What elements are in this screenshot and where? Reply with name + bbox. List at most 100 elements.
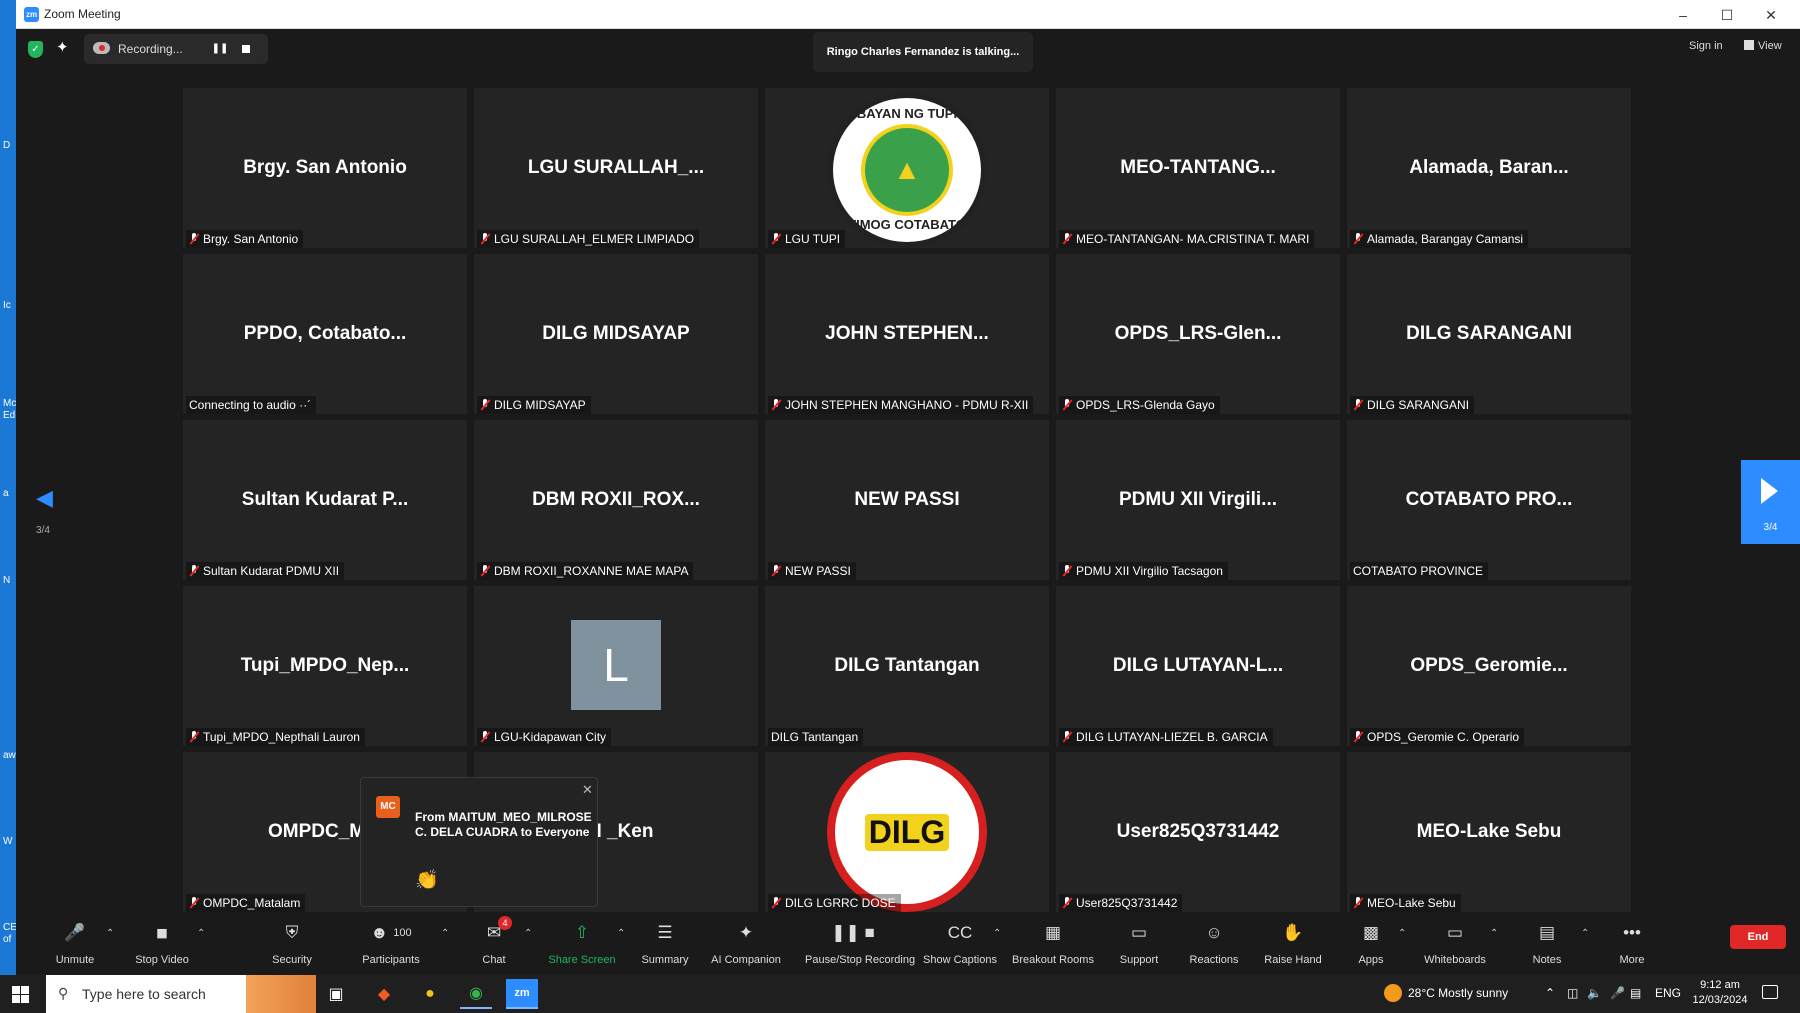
chevron-up-icon[interactable]: ⌃ <box>993 914 1005 975</box>
participant-tile[interactable]: DILG SARANGANI DILG SARANGANI <box>1347 254 1631 414</box>
participant-name-label: MEO-Lake Sebu <box>1350 894 1461 912</box>
clap-emoji-icon: 👏 <box>415 870 439 891</box>
chrome-icon[interactable]: ◉ <box>460 979 492 1009</box>
participant-name-label: Sultan Kudarat PDMU XII <box>186 562 345 580</box>
participant-tile[interactable]: BAYAN NG TUPI ▲ TIMOG COTABATO LGU TUPI <box>765 88 1049 248</box>
stop-recording-button[interactable] <box>237 40 255 58</box>
close-popup-icon[interactable]: ✕ <box>582 782 593 798</box>
participant-tile[interactable]: Alamada, Baran... Alamada, Barangay Caman… <box>1347 88 1631 248</box>
participant-display-name: OPDS_LRS-Glen... <box>1114 323 1282 344</box>
participant-tile[interactable]: DBM ROXII_ROX... DBM ROXII_ROXANNE MAE MA… <box>474 420 758 580</box>
end-meeting-button[interactable]: End <box>1730 925 1786 949</box>
participant-name-label: MEO-TANTANGAN- MA.CRISTINA T. MARI <box>1059 230 1315 248</box>
previous-page-arrow-icon[interactable]: ◀ <box>36 485 53 511</box>
taskbar-search-box[interactable]: ⚲ Type here to search <box>46 975 316 1013</box>
chat-sender-text: From MAITUM_MEO_MILROSE C. DELA CUADRA t… <box>415 810 592 839</box>
chat-notification-popup[interactable]: MC ✕ From MAITUM_MEO_MILROSE C. DELA CUA… <box>360 777 598 907</box>
left-page-indicator: 3/4 <box>36 525 50 536</box>
ai-sparkle-icon[interactable]: ✦ <box>56 38 69 56</box>
participant-name-label: PDMU XII Virgilio Tacsagon <box>1059 562 1228 580</box>
weather-text[interactable]: 28°C Mostly sunny <box>1408 986 1508 1000</box>
search-highlight-image <box>246 975 316 1013</box>
participant-name-label: DILG Tantangan <box>768 728 864 746</box>
encryption-shield-icon[interactable]: ✓ <box>28 41 43 58</box>
participant-name-label: OPDS_LRS-Glenda Gayo <box>1059 396 1220 414</box>
right-page-indicator: 3/4 <box>1763 522 1778 533</box>
muted-mic-icon <box>1062 731 1072 743</box>
muted-mic-icon <box>771 233 781 245</box>
participant-tile[interactable]: PPDO, Cotabato... Connecting to audio ··´ <box>183 254 467 414</box>
participant-tile[interactable]: PDMU XII Virgili... PDMU XII Virgilio Tac… <box>1056 420 1340 580</box>
participant-tile[interactable]: Sultan Kudarat P... Sultan Kudarat PDMU X… <box>183 420 467 580</box>
participant-display-name: MEO-TANTANG... <box>1120 157 1276 178</box>
participant-display-name: DILG LUTAYAN-L... <box>1112 655 1284 676</box>
participant-name: DILG LUTAYAN-LIEZEL B. GARCIA <box>1076 730 1268 744</box>
participant-tile[interactable]: User825Q3731442 User825Q3731442 <box>1056 752 1340 912</box>
desktop-text: W <box>3 836 13 847</box>
windows-start-icon[interactable] <box>12 986 29 1003</box>
unread-badge: 4 <box>498 916 512 930</box>
security-button[interactable]: ⛨ Security <box>244 914 340 975</box>
participant-name-label: User825Q3731442 <box>1059 894 1183 912</box>
search-placeholder: Type here to search <box>82 986 206 1002</box>
toolbar-label: Stop Video <box>135 954 189 966</box>
network-icon[interactable]: ▤ <box>1630 986 1641 1000</box>
participants-button[interactable]: ☻ 100 Participants <box>343 914 439 975</box>
close-icon[interactable]: ✕ <box>1750 3 1792 27</box>
maximize-icon[interactable]: ☐ <box>1706 3 1748 27</box>
search-icon: ⚲ <box>58 985 69 1001</box>
share-screen-button[interactable]: ⇧ Share Screen <box>534 914 630 975</box>
windows-taskbar: ⚲ Type here to search ▣ ◆ ● ◉ zm 28°C Mo… <box>0 975 1800 1013</box>
desktop-text: CE <box>3 922 17 933</box>
recording-button[interactable]: ❚❚ ■ Pause/Stop Recording <box>805 914 915 975</box>
participant-tile[interactable]: DILG MIDSAYAP DILG MIDSAYAP <box>474 254 758 414</box>
zoom-taskbar-icon[interactable]: zm <box>506 979 538 1009</box>
muted-mic-icon <box>1353 731 1363 743</box>
participant-tile[interactable]: Brgy. San Antonio Brgy. San Antonio <box>183 88 467 248</box>
participant-tile[interactable]: NEW PASSI NEW PASSI <box>765 420 1049 580</box>
view-button[interactable]: View <box>1744 40 1782 52</box>
breakout-button[interactable]: ▦ Breakout Rooms <box>1005 914 1101 975</box>
task-view-icon[interactable]: ▣ <box>320 979 352 1009</box>
microphone-icon[interactable]: 🎤 <box>1610 986 1625 1000</box>
pause-recording-button[interactable]: ❚❚ <box>211 40 229 58</box>
participant-tile[interactable]: Tupi_MPDO_Nep... Tupi_MPDO_Nepthali Lauro… <box>183 586 467 746</box>
stop-video-button[interactable]: ◾ Stop Video <box>114 914 210 975</box>
more-button[interactable]: ••• More <box>1584 914 1680 975</box>
taskbar-clock[interactable]: 9:12 am 12/03/2024 <box>1690 978 1750 1008</box>
whiteboards-button[interactable]: ▭ Whiteboards <box>1407 914 1503 975</box>
participant-name: DILG Tantangan <box>771 730 859 744</box>
muted-mic-icon <box>1353 897 1363 909</box>
brave-browser-icon[interactable]: ◆ <box>368 979 400 1009</box>
participant-name-label: DILG LUTAYAN-LIEZEL B. GARCIA <box>1059 728 1273 746</box>
participant-tile[interactable]: JOHN STEPHEN... JOHN STEPHEN MANGHANO - P… <box>765 254 1049 414</box>
participant-tile[interactable]: MEO-Lake Sebu MEO-Lake Sebu <box>1347 752 1631 912</box>
participant-tile[interactable]: OPDS_Geromie... OPDS_Geromie C. Operario <box>1347 586 1631 746</box>
seal-bottom-text: TIMOG COTABATO <box>848 217 966 232</box>
participant-display-name: OPDS_Geromie... <box>1410 655 1568 676</box>
toolbar-label: Participants <box>362 954 420 966</box>
sparkle-icon: ✦ <box>738 923 754 942</box>
participant-tile[interactable]: DILG Tantangan DILG Tantangan <box>765 586 1049 746</box>
language-indicator[interactable]: ENG <box>1655 986 1681 1000</box>
participant-tile[interactable]: MEO-TANTANG... MEO-TANTANGAN- MA.CRISTINA… <box>1056 88 1340 248</box>
volume-icon[interactable]: 🔈 <box>1587 986 1602 1000</box>
minimize-icon[interactable]: – <box>1662 3 1704 27</box>
participant-display-name: NEW PASSI <box>854 489 960 510</box>
participant-tile[interactable]: OPDS_LRS-Glen... OPDS_LRS-Glenda Gayo <box>1056 254 1340 414</box>
participant-tile[interactable]: COTABATO PRO... COTABATO PROVINCE <box>1347 420 1631 580</box>
next-page-button[interactable]: 3/4 <box>1741 460 1800 544</box>
participant-tile[interactable]: DILG LUTAYAN-L... DILG LUTAYAN-LIEZEL B. … <box>1056 586 1340 746</box>
notifications-icon[interactable] <box>1762 985 1778 999</box>
chevron-up-icon: ⌃ <box>993 928 1002 939</box>
weather-sun-icon[interactable] <box>1384 984 1402 1002</box>
sign-in-link[interactable]: Sign in <box>1689 40 1723 52</box>
participant-tile[interactable]: L LGU-Kidapawan City <box>474 586 758 746</box>
globe-app-icon[interactable]: ● <box>414 979 446 1009</box>
participant-tile[interactable]: LGU SURALLAH_... LGU SURALLAH_ELMER LIMPI… <box>474 88 758 248</box>
participant-tile[interactable]: DILG DILG LGRRC DOSE <box>765 752 1049 912</box>
tray-chevron-up-icon[interactable]: ⌃ <box>1545 986 1555 1000</box>
battery-icon[interactable]: ◫ <box>1567 986 1578 1000</box>
ai-companion-button[interactable]: ✦ AI Companion <box>698 914 794 975</box>
chevron-up-icon[interactable]: ⌃ <box>197 914 209 975</box>
